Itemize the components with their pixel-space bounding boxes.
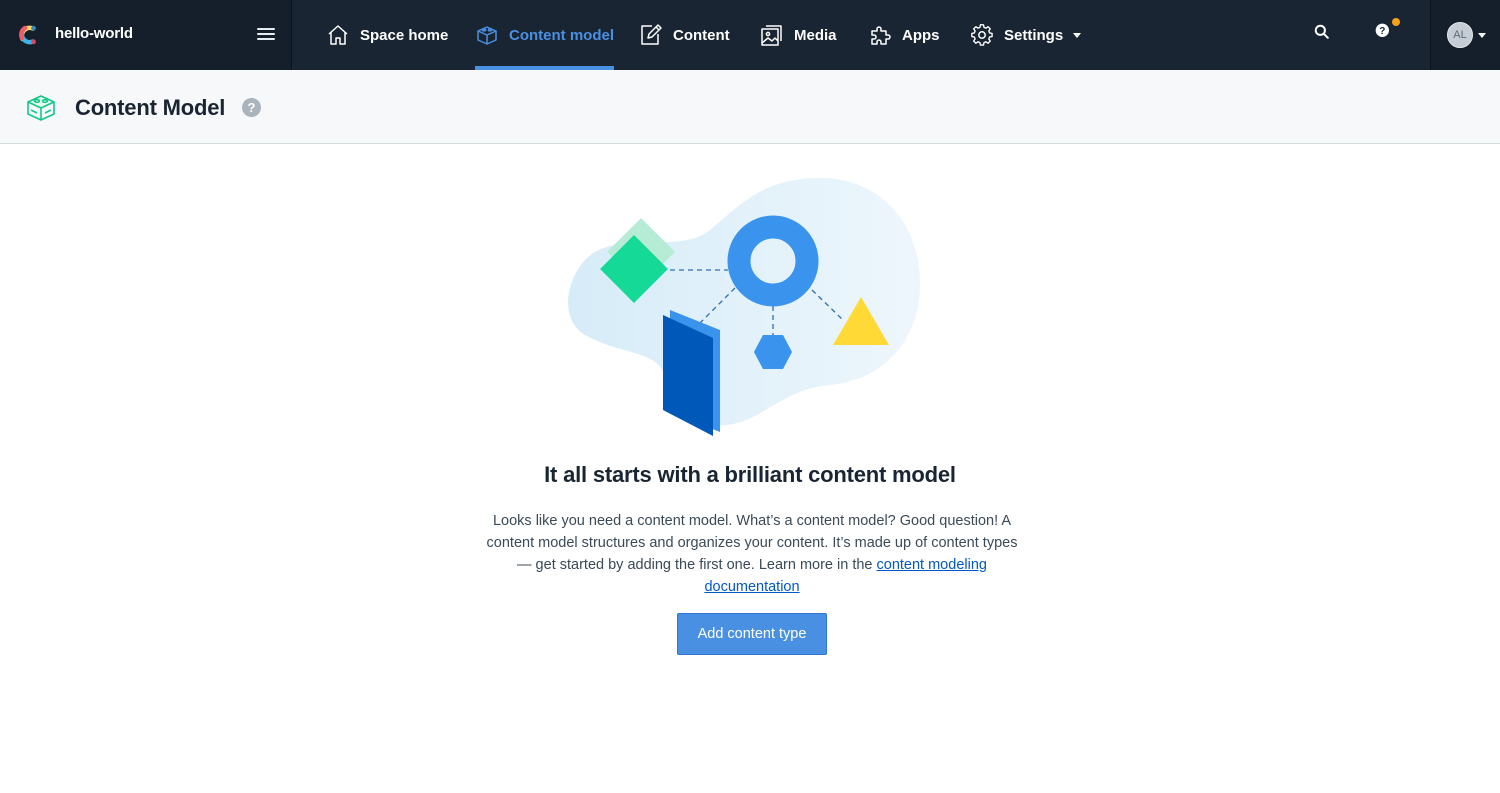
nav-content-model[interactable]: Content model: [475, 0, 614, 70]
nav-label: Content: [673, 26, 730, 44]
add-content-type-button[interactable]: Add content type: [677, 613, 827, 655]
page-title: Content Model: [75, 95, 226, 120]
avatar: AL: [1447, 22, 1473, 48]
workbench-header: Content Model ?: [0, 70, 1500, 144]
search-icon: [1314, 24, 1329, 39]
content-model-illustration: [568, 177, 921, 436]
top-navigation-bar: hello-world Space home Content model Con…: [0, 0, 1500, 70]
notification-dot: [1391, 17, 1401, 27]
edit-icon: [641, 24, 662, 45]
puzzle-icon: [871, 26, 891, 45]
nav-apps[interactable]: Apps: [868, 0, 940, 70]
account-menu[interactable]: AL: [1430, 0, 1500, 70]
svg-text:?: ?: [1379, 26, 1385, 37]
nav-label: Content model: [509, 26, 614, 44]
content-model-icon: [27, 95, 55, 121]
help-icon[interactable]: ?: [242, 98, 261, 117]
gear-icon: [971, 24, 993, 46]
nav-label: Settings: [1004, 26, 1064, 44]
content-model-icon: [477, 26, 497, 45]
chevron-down-icon: [1478, 33, 1486, 38]
space-switcher[interactable]: hello-world: [0, 0, 292, 70]
background-blob: [568, 177, 921, 426]
nav-space-home[interactable]: Space home: [326, 0, 448, 70]
contentful-logo-icon: [19, 25, 36, 45]
nav-label: Apps: [902, 26, 940, 44]
nav-content[interactable]: Content: [639, 0, 730, 70]
media-icon: [761, 25, 782, 46]
empty-state-heading: It all starts with a brilliant content m…: [544, 462, 956, 487]
chevron-down-icon: [1073, 32, 1082, 38]
nav-settings[interactable]: Settings: [970, 0, 1082, 70]
space-name: hello-world: [55, 25, 133, 42]
empty-state-description: Looks like you need a content model. Wha…: [480, 510, 1024, 598]
nav-label: Space home: [360, 26, 449, 44]
search-button[interactable]: [1312, 22, 1336, 46]
help-button[interactable]: ?: [1374, 17, 1401, 46]
nav-media[interactable]: Media: [760, 0, 837, 70]
menu-icon[interactable]: [257, 28, 275, 42]
nav-label: Media: [794, 26, 837, 44]
home-icon: [328, 25, 348, 45]
